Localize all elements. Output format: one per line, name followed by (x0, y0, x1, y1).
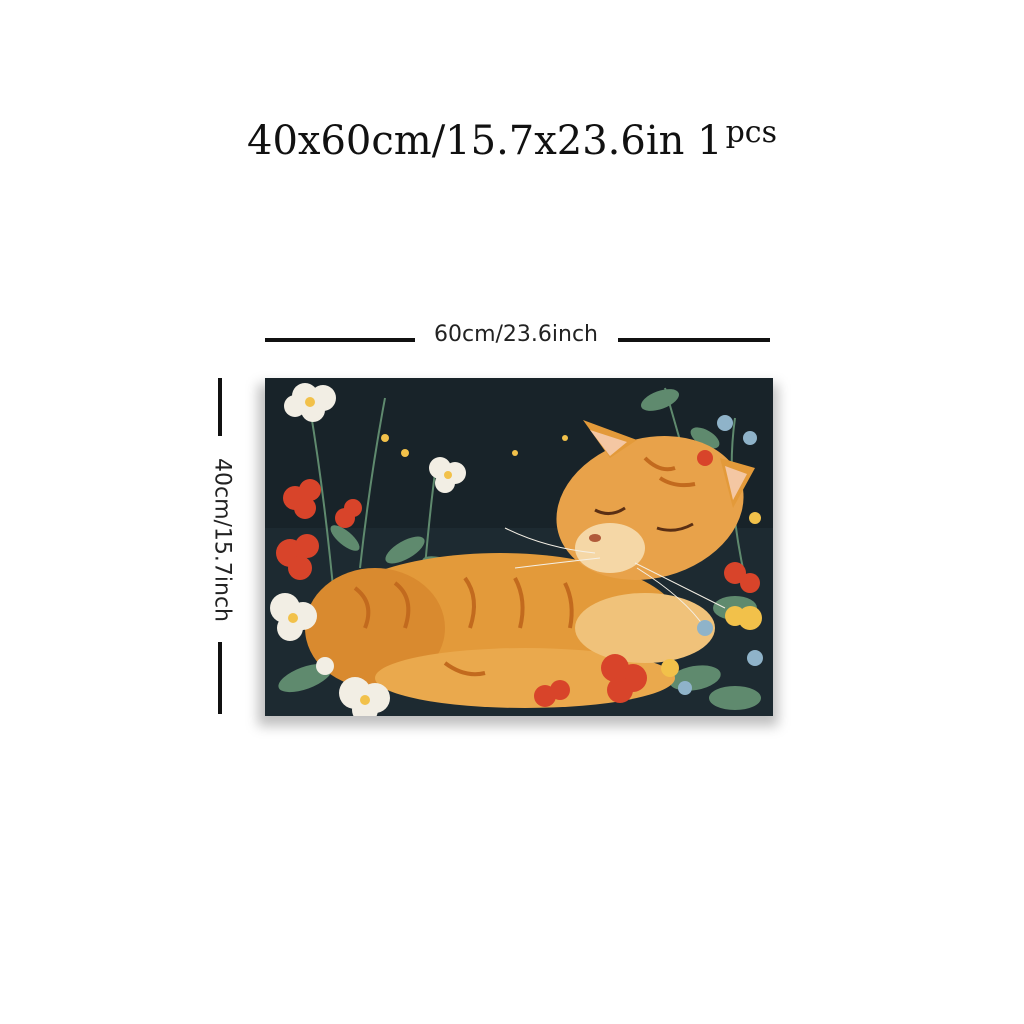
cat-painting (265, 378, 773, 716)
height-label: 40cm/15.7inch (209, 457, 235, 623)
height-line-top (218, 378, 222, 436)
width-line-left (265, 338, 415, 342)
quantity: 1 (697, 118, 723, 164)
size-text: 40x60cm/15.7x23.6in (247, 118, 685, 164)
quantity-unit: pcs (725, 115, 777, 150)
height-line-bottom (218, 642, 222, 714)
width-line-right (618, 338, 770, 342)
product-size-title: 40x60cm/15.7x23.6in 1 pcs (0, 115, 1024, 164)
width-label: 60cm/23.6inch (433, 322, 598, 347)
canvas-print (265, 378, 773, 716)
